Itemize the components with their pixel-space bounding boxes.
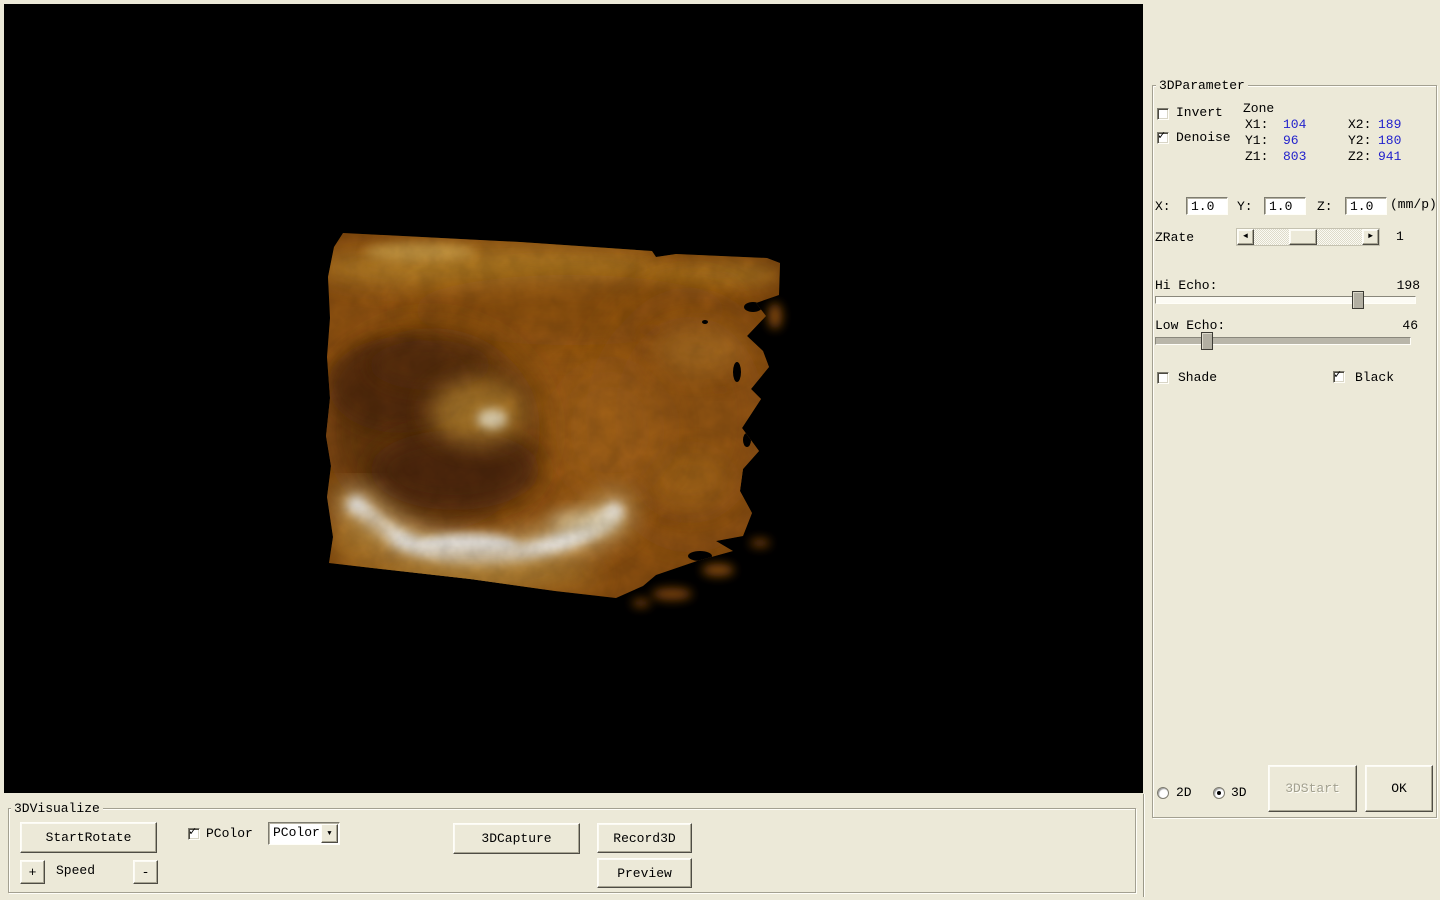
shade-label: Shade bbox=[1178, 370, 1218, 385]
mode-3d-label: 3D bbox=[1231, 785, 1247, 800]
record3d-button[interactable]: Record3D bbox=[597, 823, 692, 853]
zone-z1-label: Z1: bbox=[1245, 149, 1269, 164]
check-icon: ✓ bbox=[1158, 129, 1166, 143]
zrate-scroll-thumb[interactable] bbox=[1289, 229, 1317, 245]
mode-2d-label: 2D bbox=[1176, 785, 1192, 800]
denoise-checkbox[interactable]: ✓ bbox=[1157, 129, 1169, 144]
zone-z1-value: 803 bbox=[1283, 149, 1307, 164]
chevron-down-icon: ▼ bbox=[327, 829, 332, 838]
scale-x-input[interactable] bbox=[1186, 197, 1228, 215]
mode-3d-radio[interactable] bbox=[1213, 787, 1225, 799]
zrate-scroll-right-button[interactable]: ► bbox=[1362, 229, 1379, 245]
arrow-left-icon: ◄ bbox=[1243, 232, 1248, 241]
scale-z-label: Z: bbox=[1317, 199, 1333, 214]
invert-checkbox[interactable] bbox=[1157, 108, 1169, 120]
zone-z2-value: 941 bbox=[1378, 149, 1402, 164]
start-rotate-button[interactable]: StartRotate bbox=[20, 822, 157, 853]
zone-y1-value: 96 bbox=[1283, 133, 1299, 148]
zone-x1-value: 104 bbox=[1283, 117, 1307, 132]
mode-2d-radio[interactable] bbox=[1157, 787, 1169, 799]
combobox-dropdown-button[interactable]: ▼ bbox=[321, 824, 338, 843]
check-icon: ✓ bbox=[189, 825, 197, 839]
zrate-scrollbar[interactable]: ◄ ► bbox=[1236, 228, 1380, 246]
pcolor-checkbox[interactable]: ✓ bbox=[188, 825, 200, 840]
low-echo-value: 46 bbox=[1402, 318, 1418, 333]
render-viewport[interactable] bbox=[4, 4, 1143, 793]
low-echo-slider[interactable] bbox=[1155, 337, 1411, 345]
scale-unit-label: (mm/p) bbox=[1390, 197, 1437, 212]
speed-minus-button[interactable]: - bbox=[133, 860, 158, 884]
scale-y-label: Y: bbox=[1237, 199, 1253, 214]
scale-y-input[interactable] bbox=[1264, 197, 1306, 215]
zone-y1-label: Y1: bbox=[1245, 133, 1269, 148]
zrate-label: ZRate bbox=[1155, 230, 1195, 245]
hi-echo-label: Hi Echo: bbox=[1155, 278, 1218, 293]
ultrasound-render bbox=[326, 233, 782, 607]
check-icon: ✓ bbox=[1334, 368, 1342, 382]
denoise-label: Denoise bbox=[1176, 130, 1231, 145]
speed-plus-button[interactable]: + bbox=[20, 860, 45, 884]
zrate-value: 1 bbox=[1396, 229, 1404, 244]
zone-x2-label: X2: bbox=[1348, 117, 1372, 132]
zone-y2-value: 180 bbox=[1378, 133, 1402, 148]
start3d-button[interactable]: 3DStart bbox=[1268, 765, 1357, 812]
parameter-groupbox bbox=[1152, 85, 1437, 818]
zone-z2-label: Z2: bbox=[1348, 149, 1372, 164]
preview-button[interactable]: Preview bbox=[597, 858, 692, 888]
low-echo-label: Low Echo: bbox=[1155, 318, 1226, 333]
hi-echo-thumb[interactable] bbox=[1352, 291, 1364, 309]
hi-echo-value: 198 bbox=[1396, 278, 1420, 293]
zone-y2-label: Y2: bbox=[1348, 133, 1372, 148]
scale-x-label: X: bbox=[1155, 199, 1171, 214]
pcolor-combobox[interactable]: PColor ▼ bbox=[268, 822, 340, 845]
black-checkbox[interactable]: ✓ bbox=[1333, 368, 1345, 383]
invert-label: Invert bbox=[1176, 105, 1223, 120]
pcolor-label: PColor bbox=[206, 826, 253, 841]
visualize-group-title: 3DVisualize bbox=[11, 802, 103, 815]
zone-x1-label: X1: bbox=[1245, 117, 1269, 132]
speed-label: Speed bbox=[56, 863, 96, 878]
shade-checkbox[interactable] bbox=[1157, 372, 1169, 384]
ok-button[interactable]: OK bbox=[1365, 765, 1433, 812]
arrow-right-icon: ► bbox=[1368, 232, 1373, 241]
zrate-scroll-left-button[interactable]: ◄ bbox=[1237, 229, 1254, 245]
low-echo-thumb[interactable] bbox=[1201, 332, 1213, 350]
parameter-group-title: 3DParameter bbox=[1156, 79, 1248, 92]
black-label: Black bbox=[1355, 370, 1395, 385]
pcolor-combobox-value: PColor bbox=[273, 825, 320, 840]
zone-title: Zone bbox=[1243, 101, 1275, 116]
hi-echo-slider[interactable] bbox=[1155, 296, 1416, 304]
zone-x2-value: 189 bbox=[1378, 117, 1402, 132]
scale-z-input[interactable] bbox=[1345, 197, 1387, 215]
panel-divider bbox=[1143, 794, 1145, 897]
app-window: { "colors": { "background": "#ece9d8", "… bbox=[0, 0, 1440, 900]
capture3d-button[interactable]: 3DCapture bbox=[453, 823, 580, 854]
